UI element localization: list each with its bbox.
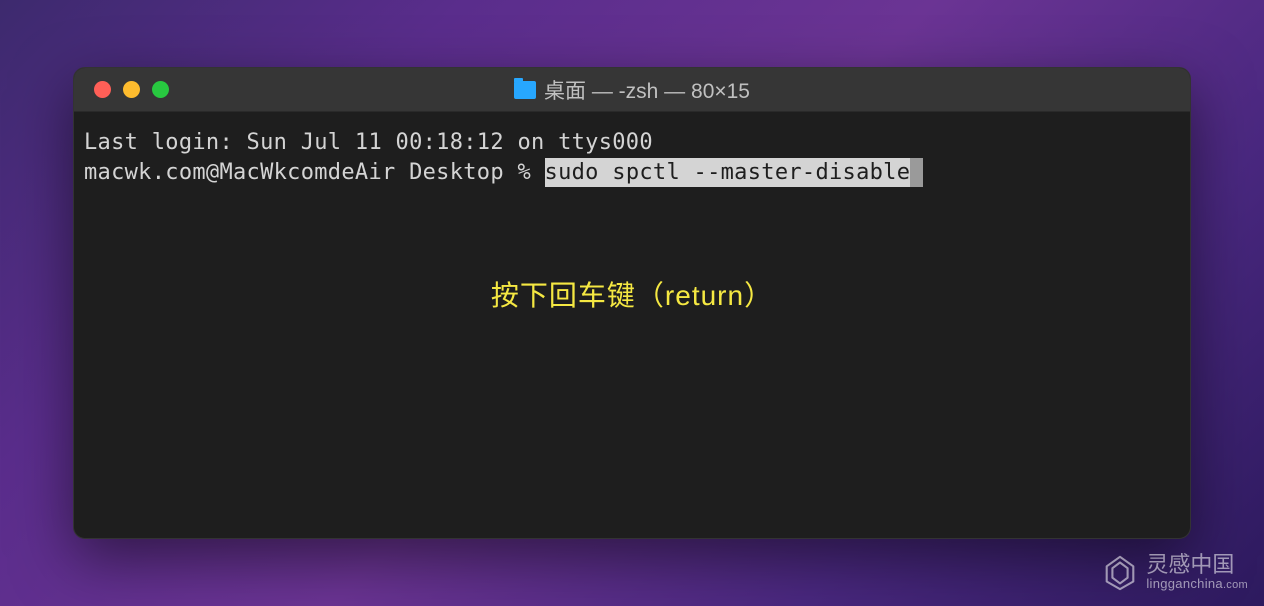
minimize-button[interactable]	[123, 81, 140, 98]
traffic-lights	[74, 81, 169, 98]
watermark-logo-icon	[1100, 552, 1140, 592]
shell-prompt: macwk.com@MacWkcomdeAir Desktop %	[84, 158, 545, 188]
close-button[interactable]	[94, 81, 111, 98]
terminal-content[interactable]: Last login: Sun Jul 11 00:18:12 on ttys0…	[74, 112, 1190, 538]
watermark: 灵感中国 lingganchina.com	[1100, 552, 1248, 592]
maximize-button[interactable]	[152, 81, 169, 98]
watermark-text: 灵感中国 lingganchina.com	[1146, 553, 1248, 591]
folder-icon	[514, 81, 536, 99]
titlebar: 桌面 — -zsh — 80×15	[74, 68, 1190, 112]
last-login-line: Last login: Sun Jul 11 00:18:12 on ttys0…	[84, 128, 1180, 158]
title-text: 桌面 — -zsh — 80×15	[544, 75, 750, 105]
watermark-en: lingganchina.com	[1146, 577, 1248, 591]
window-title: 桌面 — -zsh — 80×15	[514, 75, 750, 105]
command-text: sudo spctl --master-disable	[545, 158, 911, 188]
cursor	[910, 158, 923, 188]
terminal-window: 桌面 — -zsh — 80×15 Last login: Sun Jul 11…	[73, 67, 1191, 539]
prompt-line: macwk.com@MacWkcomdeAir Desktop % sudo s…	[84, 158, 1180, 188]
watermark-cn: 灵感中国	[1146, 553, 1248, 577]
annotation-text: 按下回车键（return）	[491, 277, 773, 315]
